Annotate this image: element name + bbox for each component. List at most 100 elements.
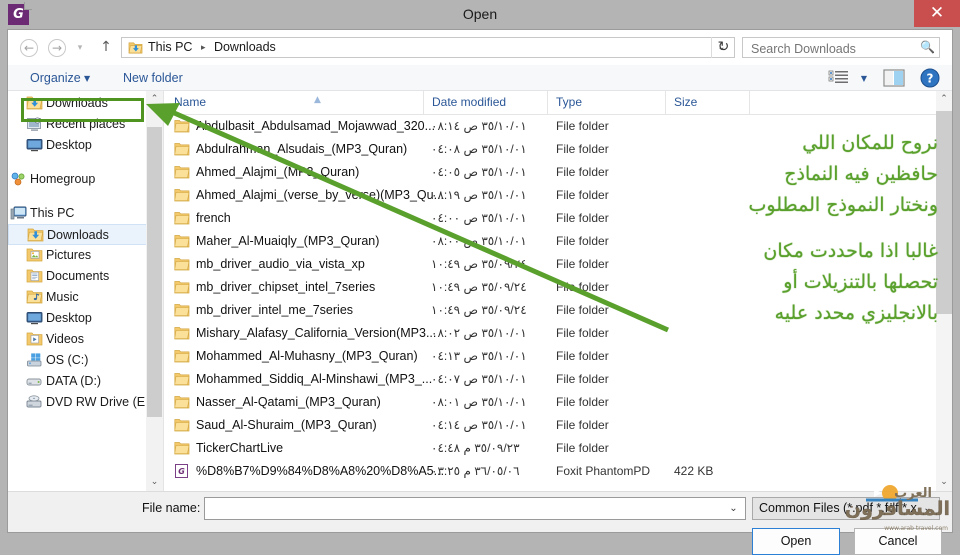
table-row[interactable]: Nasser_Al-Qatami_(MP3_Quran) ٣٥/١٠/٠١ ص ٠…	[166, 391, 936, 414]
table-row[interactable]: Mishary_Alafasy_California_Version(MP3..…	[166, 322, 936, 345]
sidebar-scroll-thumb[interactable]	[147, 127, 162, 417]
file-list-scroll-thumb[interactable]	[936, 111, 952, 314]
file-type: File folder	[556, 326, 609, 340]
folder-icon	[174, 143, 190, 156]
file-name-label: File name:	[142, 501, 201, 515]
file-name: Abdulrahman_Alsudais_(MP3_Quran)	[196, 142, 408, 156]
sidebar-item-pictures[interactable]: Pictures	[8, 245, 163, 266]
close-button[interactable]: ✕	[914, 0, 960, 27]
sidebar-item-dvd-rw-drive-e[interactable]: DVD RW Drive (E:	[8, 392, 163, 413]
folder-icon	[174, 258, 190, 271]
file-name-field[interactable]: ⌄	[204, 497, 746, 521]
help-icon[interactable]: ?	[920, 68, 940, 88]
sidebar-item-label: Videos	[46, 332, 84, 346]
column-header-size[interactable]: Size	[666, 91, 750, 114]
table-row[interactable]: Saud_Al-Shuraim_(MP3_Quran) ٣٥/١٠/٠١ ص ٠٤…	[166, 414, 936, 437]
search-box[interactable]: 🔍	[742, 37, 940, 59]
new-folder-button[interactable]: New folder	[123, 70, 183, 87]
desktop-icon	[26, 139, 43, 152]
table-row[interactable]: G %D8%B7%D9%84%D8%A8%20%D8%A5... ٣٦/٠٥/٠٦ …	[166, 460, 936, 483]
file-name: Maher_Al-Muaiqly_(MP3_Quran)	[196, 234, 380, 248]
column-header-type[interactable]: Type	[548, 91, 666, 114]
chevron-down-icon[interactable]: ▼	[84, 74, 90, 83]
file-type: File folder	[556, 188, 609, 202]
sidebar-item-videos[interactable]: Videos	[8, 329, 163, 350]
file-date-modified: ٣٥/١٠/٠١ ص ٠٤:١٤	[431, 418, 527, 432]
file-type: File folder	[556, 119, 609, 133]
pictures-folder-icon	[26, 248, 43, 262]
scroll-down-icon[interactable]: ⌄	[146, 474, 163, 491]
scroll-up-icon[interactable]: ⌃	[936, 91, 952, 108]
folder-icon	[174, 166, 190, 179]
svg-text:?: ?	[927, 72, 934, 86]
file-date-modified: ٣٥/٠٩/٢٤ ص ١٠:٤٩	[431, 280, 527, 294]
breadcrumb-item-this-pc[interactable]: This PC	[148, 40, 192, 54]
file-type: File folder	[556, 349, 609, 363]
view-list-icon[interactable]	[828, 68, 850, 88]
sidebar-item-os-c[interactable]: OS (C:)	[8, 350, 163, 371]
file-date-modified: ٣٥/١٠/٠١ ص ٠٤:٠٠	[431, 211, 527, 225]
file-list-scrollbar[interactable]: ⌃ ⌄	[936, 91, 952, 491]
search-input[interactable]	[749, 38, 913, 59]
file-name: %D8%B7%D9%84%D8%A8%20%D8%A5...	[196, 464, 445, 478]
table-row[interactable]: TickerChartLive ٣٥/٠٩/٢٣ م ٠٤:٤٨ File fold…	[166, 437, 936, 460]
desktop-folder-icon	[26, 312, 43, 325]
sidebar-scrollbar[interactable]: ⌃ ⌄	[146, 91, 163, 491]
file-type: File folder	[556, 142, 609, 156]
column-header-name[interactable]: Name ▲	[166, 91, 424, 114]
preview-pane-icon[interactable]	[882, 68, 906, 88]
history-dropdown-icon[interactable]: ▾	[73, 43, 87, 53]
sidebar-item-data-d[interactable]: DATA (D:)	[8, 371, 163, 392]
sidebar-item-desktop[interactable]: Desktop	[8, 135, 163, 156]
sidebar-item-music[interactable]: Music	[8, 287, 163, 308]
file-name: french	[196, 211, 231, 225]
file-type: File folder	[556, 234, 609, 248]
breadcrumb-item-downloads[interactable]: Downloads	[214, 40, 276, 54]
sidebar-item-label: DATA (D:)	[46, 374, 102, 388]
sidebar-item-homegroup[interactable]: Homegroup	[8, 169, 163, 190]
command-bar-icons: ▼ ?	[822, 68, 942, 89]
sidebar-item-downloads[interactable]: Downloads	[8, 224, 147, 245]
file-date-modified: ٣٦/٠٥/٠٦ م ٠٣:٢٥	[431, 464, 520, 478]
file-type: File folder	[556, 372, 609, 386]
downloads-folder-icon	[27, 228, 44, 242]
column-header-label: Name	[174, 95, 207, 109]
folder-icon	[174, 212, 190, 225]
address-bar[interactable]: This PC ▸ Downloads ⌄	[121, 37, 735, 58]
up-arrow-icon[interactable]: ↑	[98, 38, 114, 56]
chevron-down-icon[interactable]: ⌄	[727, 501, 740, 516]
file-name-input[interactable]	[209, 498, 725, 521]
column-header-date[interactable]: Date modified	[424, 91, 548, 114]
file-name: Mohammed_Siddiq_Al-Minshawi_(MP3_...	[196, 372, 433, 386]
file-name: mb_driver_chipset_intel_7series	[196, 280, 376, 294]
forward-arrow-icon[interactable]: →	[48, 39, 66, 57]
os-drive-icon	[27, 353, 42, 367]
navigation-bar: ← → ▾ ↑ This PC ▸ Downloads ⌄ ↻ Search D…	[8, 30, 952, 65]
organize-button[interactable]: Organize	[30, 70, 81, 87]
refresh-icon[interactable]: ↻	[711, 37, 735, 58]
folder-icon	[174, 120, 190, 133]
svg-text:G: G	[178, 467, 185, 476]
file-date-modified: ٣٥/١٠/٠١ ص ٠٨:١٩	[431, 188, 527, 202]
sidebar-item-desktop[interactable]: Desktop	[8, 308, 163, 329]
sidebar-item-documents[interactable]: Documents	[8, 266, 163, 287]
back-arrow-icon[interactable]: ←	[20, 39, 38, 57]
chevron-down-icon[interactable]: ▼	[858, 74, 870, 83]
title-bar: G Open ✕	[0, 0, 960, 29]
sidebar-item-this-pc[interactable]: This PC	[8, 203, 163, 224]
scroll-up-icon[interactable]: ⌃	[146, 91, 163, 108]
file-date-modified: ٣٥/١٠/٠١ ص ٠٤:٠٥	[431, 165, 527, 179]
open-dialog-window: G Open ✕ ← → ▾ ↑ This PC ▸ Downloads ⌄ ↻…	[0, 0, 960, 555]
folder-icon	[174, 281, 190, 294]
sidebar-item-label: Homegroup	[30, 172, 96, 186]
command-bar: Organize ▼ New folder ▼ ?	[8, 65, 952, 91]
file-date-modified: ٣٥/٠٩/٢٤ ص ١٠:٤٩	[431, 257, 527, 271]
file-type: File folder	[556, 418, 609, 432]
table-row[interactable]: Mohammed_Al-Muhasny_(MP3_Quran) ٣٥/١٠/٠١ …	[166, 345, 936, 368]
table-row[interactable]: Mohammed_Siddiq_Al-Minshawi_(MP3_... ٣٥/١…	[166, 368, 936, 391]
breadcrumb: This PC ▸ Downloads	[148, 38, 276, 57]
watermark-line1: المسافرون	[844, 498, 950, 520]
folder-icon	[174, 304, 190, 317]
data-drive-icon	[26, 378, 42, 386]
folder-icon	[174, 350, 190, 363]
